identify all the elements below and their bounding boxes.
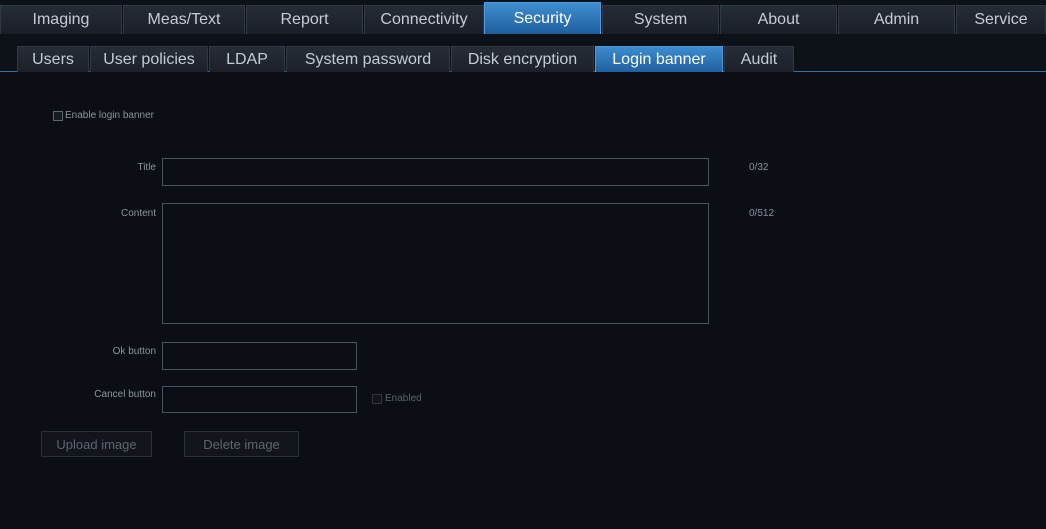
login-banner-panel: Enable login banner Title 0/32 Content 0… — [0, 72, 1046, 529]
title-label: Title — [137, 162, 156, 173]
title-char-counter: 0/32 — [749, 162, 769, 173]
subtab-system-password[interactable]: System password — [286, 46, 450, 72]
tab-meas-text[interactable]: Meas/Text — [123, 5, 245, 34]
ok-button-text-input[interactable] — [162, 342, 357, 370]
tab-admin[interactable]: Admin — [838, 5, 955, 34]
tab-security[interactable]: Security — [484, 2, 601, 34]
subtab-user-policies[interactable]: User policies — [90, 46, 208, 72]
enable-login-banner-checkbox[interactable] — [53, 111, 63, 121]
cancel-button-label: Cancel button — [94, 389, 156, 400]
subtab-disk-encryption[interactable]: Disk encryption — [451, 46, 594, 72]
subtab-audit[interactable]: Audit — [724, 46, 794, 72]
tab-report[interactable]: Report — [246, 5, 363, 34]
delete-image-button[interactable]: Delete image — [184, 431, 299, 457]
tab-imaging[interactable]: Imaging — [0, 5, 122, 34]
ok-button-label: Ok button — [112, 346, 156, 357]
enabled-label: Enabled — [385, 393, 422, 404]
subtab-ldap[interactable]: LDAP — [209, 46, 285, 72]
top-tab-bar: Imaging Meas/Text Report Connectivity Se… — [0, 0, 1046, 34]
tab-connectivity[interactable]: Connectivity — [364, 5, 484, 34]
content-label: Content — [120, 208, 156, 219]
settings-window: Imaging Meas/Text Report Connectivity Se… — [0, 0, 1046, 529]
title-input[interactable] — [162, 158, 709, 186]
tab-service[interactable]: Service — [956, 5, 1046, 34]
enable-login-banner-label: Enable login banner — [65, 110, 154, 121]
subtab-login-banner[interactable]: Login banner — [595, 46, 723, 72]
content-textarea[interactable] — [162, 203, 709, 324]
sub-tab-bar: Users User policies LDAP System password… — [0, 34, 1046, 72]
upload-image-button[interactable]: Upload image — [41, 431, 152, 457]
tab-about[interactable]: About — [720, 5, 837, 34]
enabled-checkbox[interactable] — [372, 394, 382, 404]
subtab-users[interactable]: Users — [17, 46, 89, 72]
content-char-counter: 0/512 — [749, 208, 775, 219]
cancel-button-text-input[interactable] — [162, 386, 357, 413]
tab-system[interactable]: System — [602, 5, 719, 34]
